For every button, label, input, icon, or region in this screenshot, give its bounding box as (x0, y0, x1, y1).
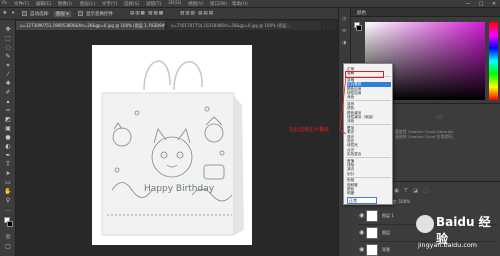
annotation-text: 在此选择正片叠底 (289, 127, 330, 133)
document-canvas[interactable]: Happy Birthday (92, 45, 252, 245)
menu-help[interactable]: 帮助(H) (232, 1, 248, 7)
properties-panel-icon[interactable]: ≡ (342, 28, 348, 34)
lasso-tool-icon[interactable]: ◌ (4, 44, 12, 52)
menu-edit[interactable]: 编辑(E) (36, 1, 51, 7)
blend-mode-option[interactable]: 划分 (347, 172, 391, 176)
eye-icon[interactable]: ◉ (359, 212, 364, 219)
menu-bar: Ps 文件(F) 编辑(E) 图像(I) 图层(L) 文字(Y) 选择(S) 滤… (0, 0, 500, 8)
shape-tool-icon[interactable]: ▭ (4, 179, 12, 187)
baidu-paw-icon (416, 215, 434, 233)
photoshop-window: Ps 文件(F) 编辑(E) 图像(I) 图层(L) 文字(Y) 选择(S) 滤… (0, 0, 500, 256)
blend-mode-dropdown[interactable]: 正常 溶解 变暗 正片叠底 颜色加深 线性加深 深色 变亮 滤色 颜色减淡 线性减淡（添加） 浅色 叠加… (343, 63, 393, 205)
type-tool-icon[interactable]: T (4, 161, 12, 169)
eyedropper-tool-icon[interactable]: ⁄ (4, 71, 12, 79)
eraser-tool-icon[interactable]: ◩ (4, 116, 12, 124)
brush-tool-icon[interactable]: ✐ (4, 89, 12, 97)
close-button[interactable]: ✕ (488, 0, 500, 8)
gradient-tool-icon[interactable]: ▣ (4, 125, 12, 133)
quick-select-tool-icon[interactable]: ✎ (4, 53, 12, 61)
layer-thumbnail (366, 244, 378, 256)
menu-type[interactable]: 文字(Y) (102, 1, 117, 7)
menu-image[interactable]: 图像(I) (58, 1, 72, 7)
blend-mode-option[interactable]: 明度 (347, 191, 391, 195)
history-brush-tool-icon[interactable]: ✑ (4, 107, 12, 115)
baidu-watermark: Baidu 经验 jingyan.baidu.com (410, 213, 500, 256)
gift-bag-image: Happy Birthday (101, 60, 244, 236)
move-tool-icon[interactable]: ✥ (3, 11, 7, 16)
creative-cloud-icon: ∞ (435, 110, 445, 123)
show-transform-label: 显示变换控件 (86, 12, 113, 17)
tool-bar: ✥ ⬚ ◌ ✎ ⌗ ⁄ ✚ ✐ ▴ ✑ ◩ ▣ ● ◐ ✒ T ➤ ▭ ✋ ⚲ … (0, 20, 16, 256)
zoom-tool-icon[interactable]: ⚲ (4, 197, 12, 205)
blend-mode-select[interactable]: 正常 (347, 197, 377, 204)
libraries-message-line-2: 请安装 Creative Cloud 应用程序。 (395, 134, 456, 139)
menu-layer[interactable]: 图层(L) (80, 1, 95, 7)
align-buttons[interactable]: ▤▥▦ ▧▨▩ (130, 11, 164, 16)
auto-select-target-select[interactable]: 图层 ▾ (54, 11, 71, 17)
quick-mask-icon[interactable]: ◎ (4, 233, 12, 241)
layer-name: 背景 (382, 247, 390, 252)
healing-tool-icon[interactable]: ✚ (4, 80, 12, 88)
menu-select[interactable]: 选择(S) (124, 1, 139, 7)
layer-thumbnail (366, 227, 378, 239)
distribute-buttons[interactable]: ▥▥▥ ▤▤▤ (180, 11, 214, 16)
blend-mode-option[interactable]: 实色混合 (347, 152, 391, 156)
color-swatches[interactable] (4, 217, 13, 229)
tool-preset-chevron-icon[interactable]: ▾ (12, 11, 14, 16)
layer-filter-icons[interactable]: ▣ T ◪ ⬚ (394, 188, 430, 194)
move-tool-icon[interactable]: ✥ (4, 26, 12, 34)
tab-document-2[interactable]: u=7561787754,16218486m=26&gp=0.jpg @ 100… (167, 21, 322, 30)
background-swatch[interactable] (356, 25, 362, 31)
layer-name: 图层 (382, 230, 390, 235)
menu-file[interactable]: 文件(F) (14, 1, 29, 7)
tab-document-1[interactable]: u=1273090751,196953806&fm=26&gp=0.jpg @ … (16, 21, 166, 30)
more-tools-icon[interactable]: … (4, 206, 12, 214)
layer-name: 图层 1 (382, 213, 394, 218)
annotation-highlight-box (345, 71, 384, 78)
eye-icon[interactable]: ◉ (359, 246, 364, 253)
path-select-tool-icon[interactable]: ➤ (4, 170, 12, 178)
history-panel-icon[interactable]: ◷ (342, 16, 348, 22)
ps-logo-icon[interactable]: Ps (2, 1, 7, 6)
canvas-area[interactable]: Happy Birthday (17, 30, 337, 256)
opacity-value[interactable]: 100% (399, 199, 410, 204)
hue-slider[interactable] (489, 22, 498, 100)
minimize-button[interactable]: — (462, 0, 474, 8)
blend-mode-option[interactable]: 深色 (347, 95, 391, 99)
blend-mode-option[interactable]: 浅色 (347, 119, 391, 123)
adjustments-panel-icon[interactable]: ◑ (342, 40, 348, 46)
maximize-button[interactable]: □ (475, 0, 487, 8)
auto-select-checkbox[interactable] (22, 11, 27, 16)
show-transform-checkbox[interactable] (78, 11, 83, 16)
menu-3d[interactable]: 3D(D) (168, 1, 181, 6)
hand-tool-icon[interactable]: ✋ (4, 188, 12, 196)
color-panel-header: 颜色 (351, 8, 500, 17)
layer-thumbnail (366, 210, 378, 222)
blur-tool-icon[interactable]: ● (4, 134, 12, 142)
watermark-url: jingyan.baidu.com (418, 241, 477, 249)
pen-tool-icon[interactable]: ✒ (4, 152, 12, 160)
menu-window[interactable]: 窗口(W) (210, 1, 227, 7)
bag-text: Happy Birthday (144, 184, 215, 194)
auto-select-label: 自动选择: (30, 12, 50, 17)
screen-mode-icon[interactable]: ▢ (4, 243, 12, 251)
color-panel-title[interactable]: 颜色 (357, 10, 366, 16)
marquee-tool-icon[interactable]: ⬚ (4, 35, 12, 43)
document-tabs: u=1273090751,196953806&fm=26&gp=0.jpg @ … (16, 20, 336, 30)
menu-view[interactable]: 视图(V) (188, 1, 204, 7)
crop-tool-icon[interactable]: ⌗ (4, 62, 12, 70)
dodge-tool-icon[interactable]: ◐ (4, 143, 12, 151)
menu-filter[interactable]: 滤镜(T) (146, 1, 161, 7)
libraries-message: 要使用 Creative Cloud Libraries, 请安装 Creati… (395, 129, 485, 139)
stamp-tool-icon[interactable]: ▴ (4, 98, 12, 106)
eye-icon[interactable]: ◉ (359, 229, 364, 236)
